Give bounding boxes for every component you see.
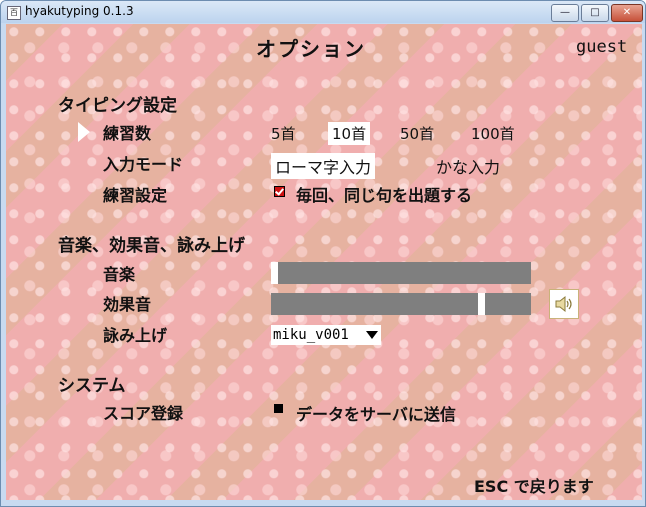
practice-count-50[interactable]: 50首: [396, 122, 438, 145]
reading-voice-value: miku_v001: [273, 327, 349, 343]
close-button[interactable]: ✕: [611, 4, 643, 22]
app-icon: 百: [7, 6, 21, 20]
score-registration-label: スコア登録: [103, 404, 184, 423]
practice-count-5[interactable]: 5首: [267, 122, 300, 145]
reading-voice-select[interactable]: miku_v001: [271, 325, 381, 345]
practice-count-label: 練習数: [103, 124, 152, 143]
practice-count-100[interactable]: 100首: [467, 122, 519, 145]
options-screen: オプション guest タイピング設定 練習数 5首 10首 50首 100首 …: [6, 24, 642, 500]
title-bar[interactable]: 百 hyakutyping 0.1.3 — □ ✕: [1, 1, 645, 23]
maximize-button[interactable]: □: [581, 4, 609, 22]
music-label: 音楽: [103, 265, 136, 284]
speaker-icon[interactable]: [549, 289, 579, 319]
input-mode-romaji[interactable]: ローマ字入力: [271, 153, 376, 179]
sfx-volume-slider[interactable]: [271, 293, 531, 315]
same-verse-label: 毎回、同じ句を出題する: [296, 186, 473, 205]
app-window: 百 hyakutyping 0.1.3 — □ ✕ オプション guest タイ…: [0, 0, 646, 507]
sfx-volume-handle[interactable]: [478, 293, 485, 315]
selection-cursor-icon: [78, 122, 90, 142]
send-data-label: データをサーバに送信: [296, 405, 456, 424]
page-title: オプション: [256, 37, 366, 61]
esc-hint: ESC で戻ります: [474, 477, 594, 496]
sfx-label: 効果音: [103, 295, 152, 314]
chevron-down-icon: [366, 331, 378, 339]
typing-settings-heading: タイピング設定: [58, 96, 177, 116]
practice-count-10[interactable]: 10首: [328, 122, 371, 145]
reading-label: 詠み上げ: [103, 326, 168, 345]
user-name: guest: [576, 37, 628, 57]
send-data-checkbox[interactable]: [274, 404, 283, 413]
same-verse-checkbox[interactable]: [274, 186, 285, 197]
music-volume-handle[interactable]: [271, 262, 278, 284]
sound-settings-heading: 音楽、効果音、詠み上げ: [58, 236, 245, 256]
input-mode-label: 入力モード: [103, 155, 184, 174]
music-volume-slider[interactable]: [271, 262, 531, 284]
practice-setting-label: 練習設定: [103, 186, 168, 205]
window-title: hyakutyping 0.1.3: [25, 4, 134, 18]
input-mode-kana[interactable]: かな入力: [432, 153, 504, 179]
system-heading: システム: [58, 376, 126, 396]
minimize-button[interactable]: —: [551, 4, 579, 22]
